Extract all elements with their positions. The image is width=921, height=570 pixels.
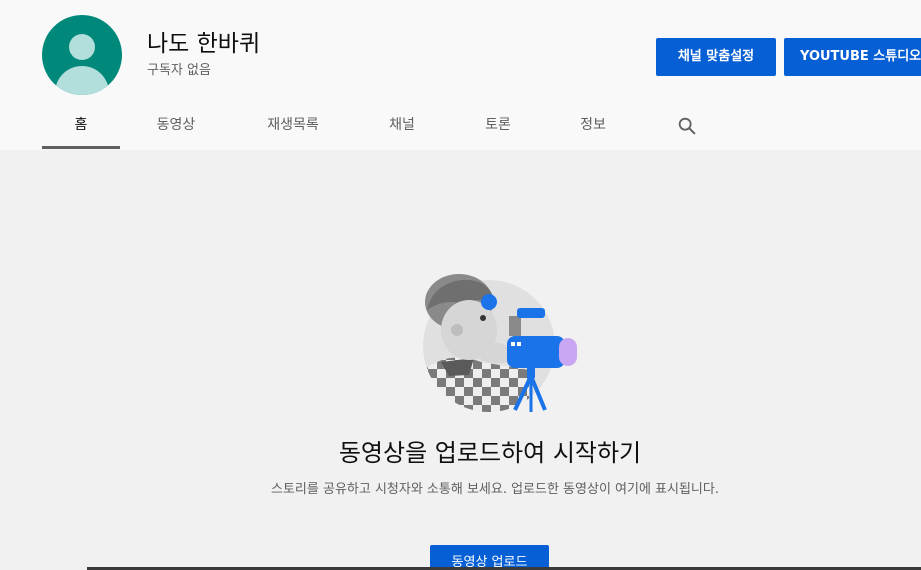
default-avatar-icon (69, 34, 95, 60)
tab-videos[interactable]: 동영상 (137, 105, 215, 150)
tab-home[interactable]: 홈 (42, 105, 120, 150)
subscriber-count: 구독자 없음 (147, 63, 211, 78)
youtube-studio-button[interactable]: YOUTUBE 스튜디오 (784, 38, 921, 76)
tab-playlists[interactable]: 재생목록 (254, 105, 332, 150)
tab-about[interactable]: 정보 (554, 105, 632, 150)
channel-name: 나도 한바퀴 (147, 31, 261, 57)
avatar-body-shape (55, 66, 109, 95)
empty-state-description: 스토리를 공유하고 시청자와 소통해 보세요. 업로드한 동영상이 여기에 표시… (271, 482, 719, 497)
camera-person-illustration (423, 274, 577, 412)
search-icon[interactable] (676, 115, 698, 137)
channel-tabs: 홈 동영상 재생목록 채널 토론 정보 (0, 105, 921, 150)
empty-state-title: 동영상을 업로드하여 시작하기 (338, 439, 642, 467)
customize-channel-button[interactable]: 채널 맞춤설정 (656, 38, 776, 76)
channel-avatar[interactable] (42, 15, 122, 95)
tab-channels[interactable]: 채널 (363, 105, 441, 150)
tab-discussion[interactable]: 토론 (459, 105, 537, 150)
